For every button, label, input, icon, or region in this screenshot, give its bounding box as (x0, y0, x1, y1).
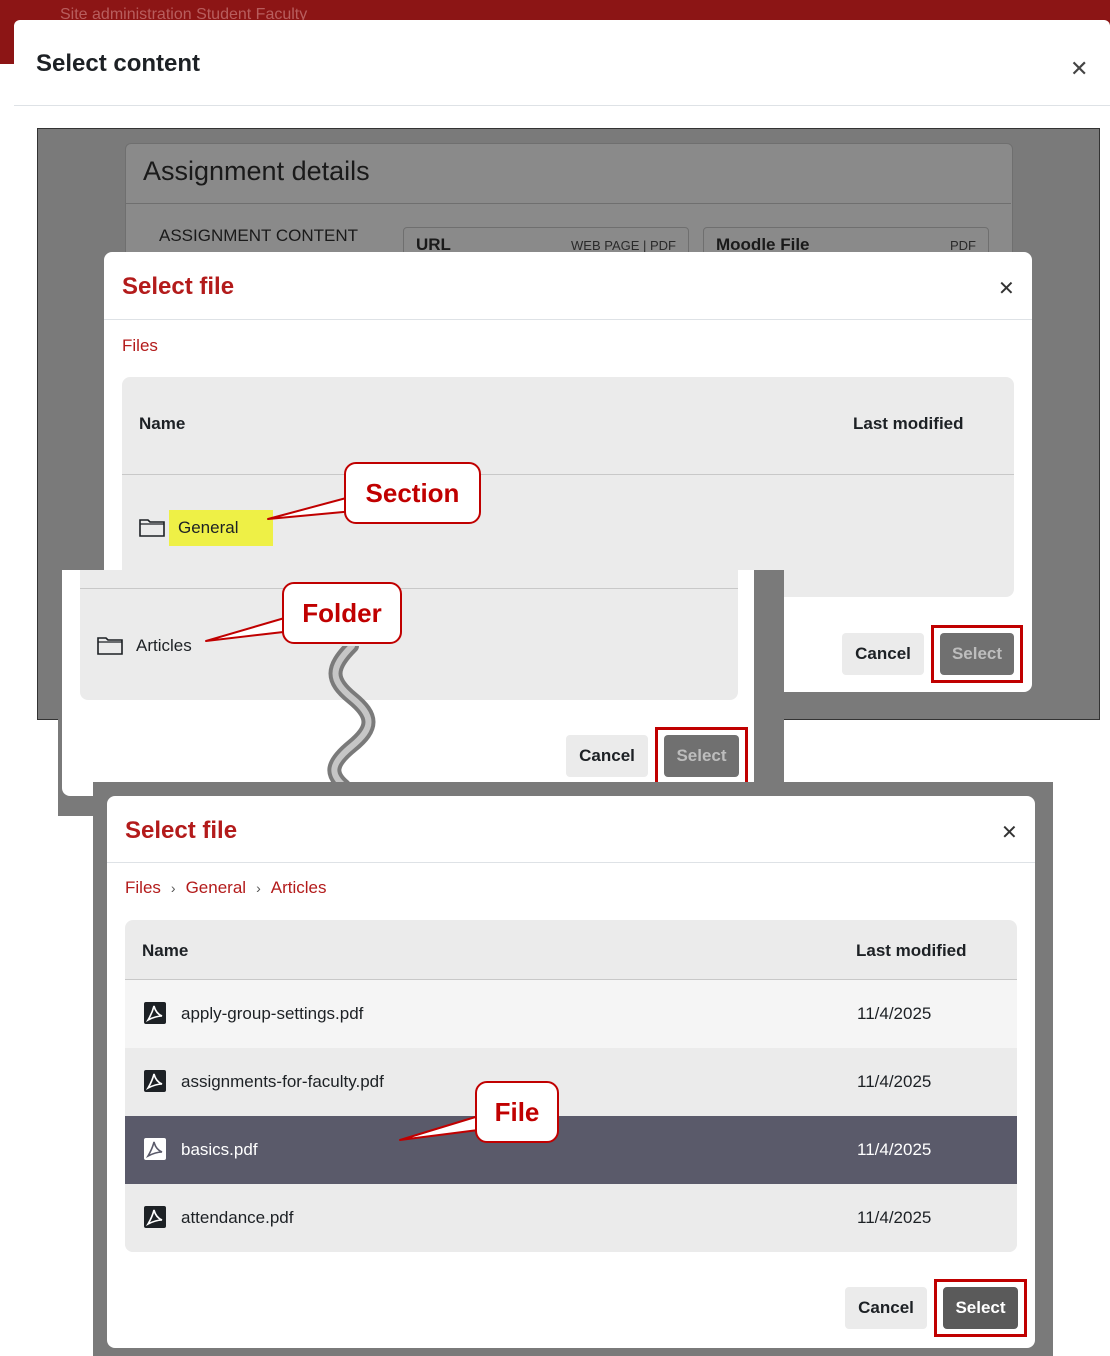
callout-pointers (205, 496, 487, 1141)
callout-section: Section (344, 462, 481, 524)
callout-file: File (475, 1081, 559, 1143)
callout-folder: Folder (282, 582, 402, 644)
